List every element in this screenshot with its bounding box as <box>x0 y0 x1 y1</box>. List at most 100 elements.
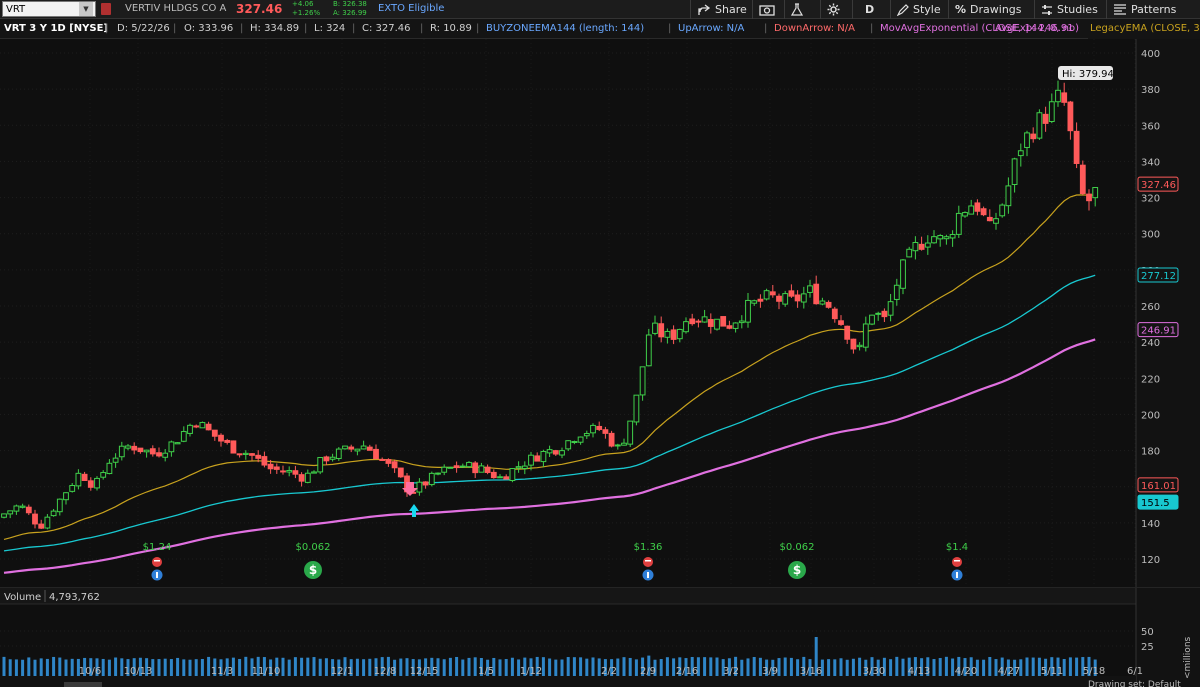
candle-body <box>980 208 987 216</box>
event-value-label: $0.062 <box>296 542 331 553</box>
symbol-selector[interactable]: ▼ <box>2 1 96 17</box>
volume-bar <box>14 659 18 676</box>
chart-area[interactable]: 1201401601802002202402602803003203403603… <box>0 39 1200 687</box>
snapshot-button[interactable] <box>752 0 782 19</box>
exto-eligible-link[interactable]: EXTO Eligible <box>378 3 444 14</box>
volume-bar <box>789 657 793 676</box>
study-buyzone[interactable]: BUYZONEEMA144 (length: 144) <box>486 23 644 34</box>
candle-body <box>974 202 981 212</box>
candle-body <box>813 283 820 305</box>
candle-body <box>918 243 925 250</box>
candle-body <box>236 453 243 456</box>
candle-body <box>453 465 460 469</box>
change-value: +4.06 <box>292 0 314 8</box>
candle-body <box>25 506 32 514</box>
candle-body <box>242 452 249 455</box>
price-tick-label: 340 <box>1141 157 1160 168</box>
volume-bar <box>399 658 403 676</box>
price-tick-label: 320 <box>1141 194 1160 205</box>
scrollbar-thumb[interactable] <box>64 682 102 687</box>
time-tick-label: 11/3 <box>211 666 233 677</box>
candle-body <box>280 470 286 473</box>
volume-bar <box>566 657 570 676</box>
patterns-button[interactable]: Patterns <box>1106 0 1200 19</box>
price-chart[interactable]: 1201401601802002202402602803003203403603… <box>0 39 1200 687</box>
candle-body <box>484 466 491 473</box>
volume-bar <box>169 659 173 676</box>
volume-bar <box>1031 657 1035 676</box>
style-button[interactable]: Style <box>890 0 946 19</box>
study-info-overflow: LegacyEMA (CLOSE, 34, 0) <box>1088 19 1200 39</box>
volume-bar <box>182 659 186 676</box>
candle-body <box>652 322 658 334</box>
time-tick-label: 12/8 <box>374 666 396 677</box>
candle-body <box>273 466 280 470</box>
volume-bar <box>622 657 626 676</box>
drawings-button[interactable]: % Drawings <box>948 0 1032 19</box>
candle-body <box>211 429 218 437</box>
candle-body <box>118 445 125 458</box>
volume-bar <box>1075 657 1079 676</box>
candle-body <box>174 442 181 445</box>
studies-button[interactable]: Studies <box>1034 0 1104 19</box>
volume-bar <box>312 657 316 676</box>
company-name: VERTIV HLDGS CO A <box>125 3 227 14</box>
candle-body <box>875 312 882 315</box>
high-label: Hi: 379.94 <box>1062 69 1114 80</box>
candle-body <box>869 314 875 325</box>
candle-body <box>94 477 100 489</box>
candle-body <box>1086 193 1092 202</box>
volume-bar <box>442 659 446 676</box>
flag-icon[interactable] <box>101 3 111 15</box>
flask-button[interactable] <box>784 0 818 19</box>
share-icon <box>698 3 711 15</box>
candle-body <box>75 472 82 487</box>
volume-bar <box>827 659 831 676</box>
volume-bar <box>8 659 12 676</box>
candle-body <box>230 440 237 454</box>
aggregation-period-button[interactable]: D <box>852 0 888 19</box>
candle-body <box>1048 101 1055 122</box>
candle-body <box>807 285 813 293</box>
candle-body <box>81 473 88 482</box>
drawing-set-label[interactable]: Drawing set: Default <box>1088 680 1181 687</box>
settings-button[interactable] <box>820 0 850 19</box>
candle-body <box>856 344 863 348</box>
chart-title: VRT 3 Y 1D [NYSE] <box>4 23 108 34</box>
dividend-icon-glyph: $ <box>793 563 801 577</box>
candle-body <box>50 510 57 517</box>
chevron-down-icon[interactable]: ▼ <box>79 2 93 16</box>
candle-body <box>993 218 999 224</box>
volume-bar <box>157 659 161 676</box>
candle-body <box>906 248 913 258</box>
symbol-input[interactable] <box>3 3 79 15</box>
candle-body <box>56 498 63 513</box>
candle-body <box>968 205 975 215</box>
candle-body <box>590 424 596 434</box>
earnings-icon[interactable] <box>152 557 162 567</box>
info-icon-mark <box>647 572 649 578</box>
candle-body <box>1042 113 1049 124</box>
volume-bar <box>982 659 986 676</box>
time-tick-label: 11/10 <box>252 666 281 677</box>
candle-body <box>472 462 479 474</box>
share-button[interactable]: Share <box>690 0 750 19</box>
candle-body <box>943 236 950 240</box>
candle-body <box>546 449 553 454</box>
study-uparrow[interactable]: UpArrow: N/A <box>678 23 744 34</box>
volume-label: Volume <box>4 592 41 603</box>
earnings-icon[interactable] <box>643 557 653 567</box>
earnings-icon[interactable] <box>952 557 962 567</box>
candle-body <box>416 481 423 493</box>
volume-bar <box>287 659 291 676</box>
info-range: R: 10.89 <box>430 23 472 34</box>
price-label: 277.12 <box>1141 271 1176 282</box>
info-low: L: 324 <box>314 23 346 34</box>
price-tick-label: 180 <box>1141 447 1160 458</box>
candle-body <box>521 465 528 470</box>
study-legacy-ema[interactable]: LegacyEMA (CLOSE, 34, 0) <box>1090 23 1200 34</box>
study-downarrow[interactable]: DownArrow: N/A <box>774 23 855 34</box>
study-info-bar: VRT 3 Y 1D [NYSE] | D: 5/22/26 | O: 333.… <box>0 19 1200 39</box>
event-value-label: $0.062 <box>780 542 815 553</box>
volume-bar <box>355 658 359 676</box>
